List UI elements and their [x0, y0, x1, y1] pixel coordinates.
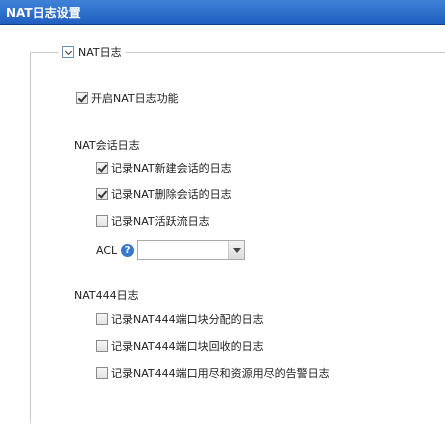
nat444-reclaim-label: 记录NAT444端口块回收的日志	[111, 340, 264, 353]
nat444-allocate-checkbox[interactable]	[96, 313, 108, 325]
session-active-flow-checkbox[interactable]	[96, 215, 108, 227]
acl-select[interactable]	[137, 240, 245, 260]
enable-nat-log-option[interactable]: 开启NAT日志功能	[76, 90, 179, 106]
collapse-toggle-icon[interactable]	[62, 46, 74, 58]
session-active-flow-label: 记录NAT活跃流日志	[111, 215, 210, 228]
acl-label: ACL	[96, 243, 118, 257]
nat444-option-allocate[interactable]: 记录NAT444端口块分配的日志	[96, 311, 264, 327]
nat444-option-exhaust-alarm[interactable]: 记录NAT444端口用尽和资源用尽的告警日志	[96, 365, 330, 381]
session-option-new[interactable]: 记录NAT新建会话的日志	[96, 160, 232, 176]
nat444-reclaim-checkbox[interactable]	[96, 340, 108, 352]
window-title: NAT日志设置	[6, 6, 81, 20]
session-delete-checkbox[interactable]	[96, 188, 108, 200]
session-option-active-flow[interactable]: 记录NAT活跃流日志	[96, 213, 210, 229]
enable-nat-log-label: 开启NAT日志功能	[91, 92, 179, 105]
acl-field-label-row: ACL ?	[96, 242, 135, 258]
help-icon[interactable]: ?	[121, 243, 135, 257]
nat444-exhaust-label: 记录NAT444端口用尽和资源用尽的告警日志	[111, 367, 330, 380]
nat444-log-heading: NAT444日志	[74, 289, 139, 302]
nat444-allocate-label: 记录NAT444端口块分配的日志	[111, 313, 264, 326]
nat444-option-reclaim[interactable]: 记录NAT444端口块回收的日志	[96, 338, 264, 354]
group-legend-label: NAT日志	[78, 46, 122, 59]
session-new-label: 记录NAT新建会话的日志	[111, 162, 232, 175]
chevron-down-icon[interactable]	[228, 241, 244, 259]
enable-nat-log-checkbox[interactable]	[76, 92, 88, 104]
group-legend[interactable]: NAT日志	[58, 44, 126, 60]
title-bar: NAT日志设置	[0, 0, 445, 25]
session-new-checkbox[interactable]	[96, 162, 108, 174]
session-delete-label: 记录NAT删除会话的日志	[111, 188, 232, 201]
nat444-exhaust-checkbox[interactable]	[96, 367, 108, 379]
session-log-heading: NAT会话日志	[74, 139, 140, 152]
session-option-delete[interactable]: 记录NAT删除会话的日志	[96, 186, 232, 202]
